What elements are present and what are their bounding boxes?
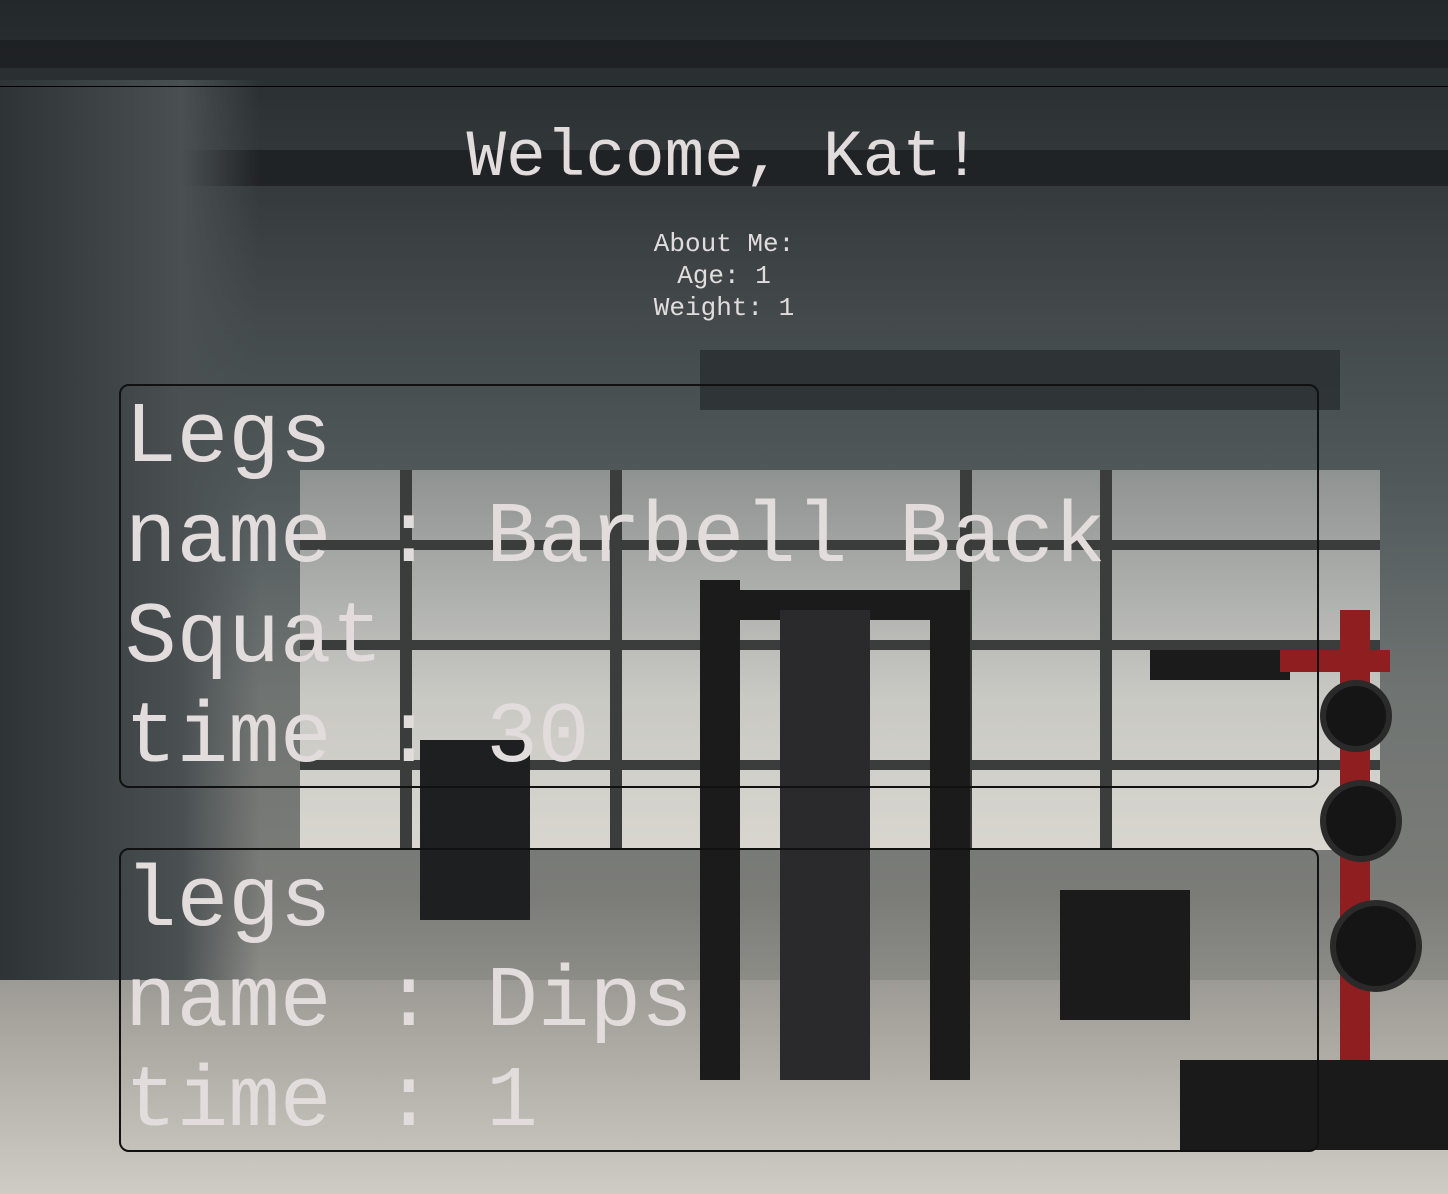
about-me-heading: About Me:: [653, 229, 795, 259]
weight-value: Weight: 1: [653, 293, 795, 323]
welcome-heading: Welcome, Kat!: [466, 120, 982, 195]
workout-category: legs: [125, 853, 332, 951]
workout-card: legs name : Dips time : 1: [119, 848, 1319, 1152]
workout-name: name : Dips: [125, 953, 693, 1051]
age-value: Age: 1: [677, 261, 771, 291]
workout-card: Legs name : Barbell Back Squat time : 30: [119, 384, 1319, 788]
workout-name: name : Barbell Back Squat: [125, 489, 1106, 687]
about-me-section: About Me: Age: 1 Weight: 1: [0, 228, 1448, 324]
workout-category: Legs: [125, 389, 332, 487]
header-divider: [0, 86, 1448, 87]
workout-time: time : 1: [125, 1053, 538, 1151]
workout-time: time : 30: [125, 689, 590, 787]
